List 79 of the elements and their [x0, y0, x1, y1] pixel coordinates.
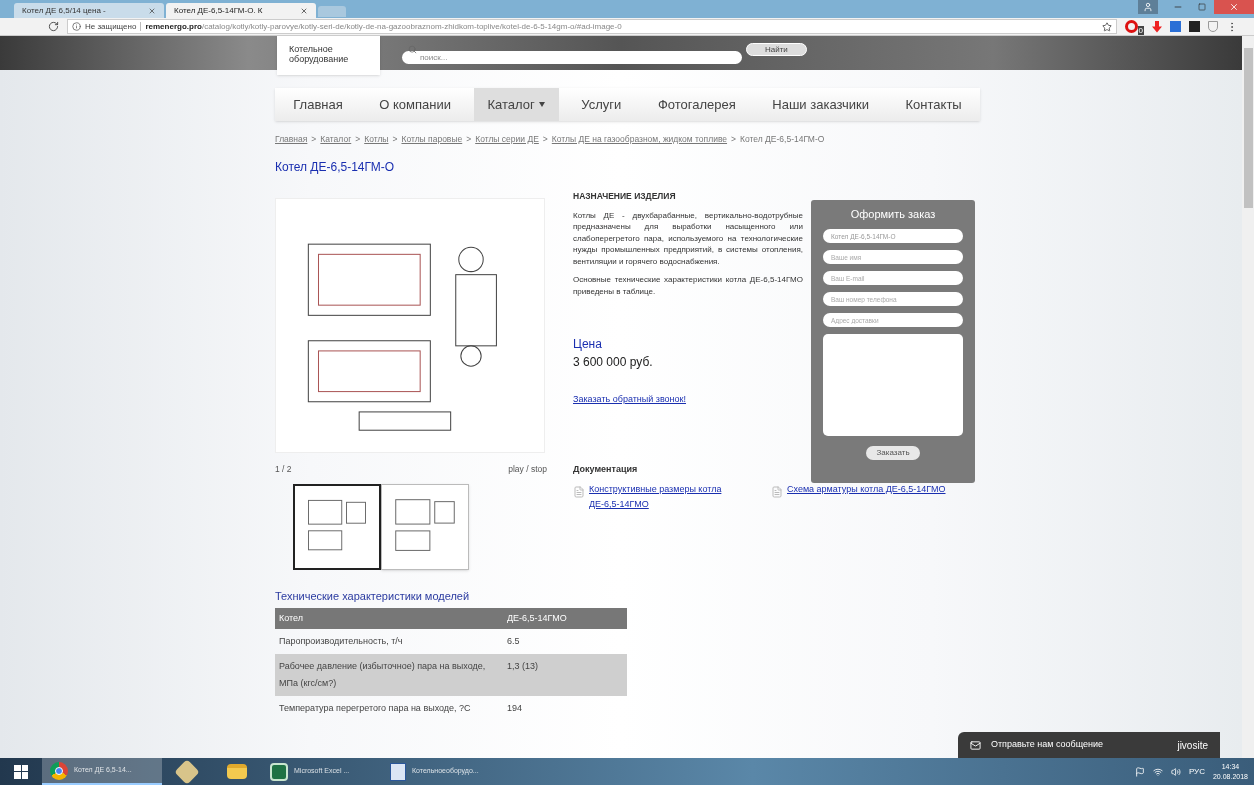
nav-link[interactable]: Контакты	[891, 88, 976, 121]
security-label: Не защищено	[85, 20, 137, 33]
gallery-thumbnail[interactable]	[381, 483, 469, 570]
breadcrumb-separator: >	[392, 133, 398, 146]
breadcrumb-separator: >	[355, 133, 361, 146]
gallery-counter: 1 / 2	[275, 462, 292, 476]
breadcrumb-separator: >	[731, 133, 736, 146]
document-icon	[771, 486, 783, 498]
browser-tab[interactable]: Котел ДЕ-6,5-14ГМ-О. К	[166, 3, 316, 18]
flag-icon[interactable]	[1134, 766, 1145, 777]
browser-icon	[50, 761, 68, 780]
language-indicator[interactable]: РУС	[1188, 765, 1205, 778]
windows-icon	[14, 764, 28, 779]
breadcrumb-link[interactable]: Главная	[275, 133, 308, 146]
section-heading: Технические характеристики моделей	[275, 588, 471, 604]
table-cell-text: Паропроизводительность, т/ч	[278, 635, 404, 648]
document-link[interactable]: Конструктивные размеры котла ДЕ-6,5-14ГМО	[589, 482, 751, 512]
nav-link[interactable]: Фотогалерея	[643, 88, 750, 121]
breadcrumb-link[interactable]: Котлы паровые	[401, 133, 463, 146]
nav-link[interactable]: Главная	[279, 88, 357, 121]
section-heading: Документация	[573, 462, 639, 476]
nav-link[interactable]: Наши заказчики	[758, 88, 883, 121]
scrollbar-thumb[interactable]	[1243, 48, 1253, 208]
scrollbar[interactable]	[1242, 36, 1254, 758]
breadcrumb-link[interactable]: Котлы	[364, 133, 389, 146]
address-field[interactable]: Не защищено remenergo.pro/catalog/kotly/kotly-parovye/kotly-seri-de/kotly-de-na-gazoobraznom-zhidkom-toplive/kotel-de-6-5-14gm-o/#ad-image-0	[67, 19, 1117, 34]
close-icon[interactable]	[148, 6, 156, 15]
callback-link[interactable]: Заказать обратный звонок!	[573, 393, 803, 407]
section-heading: НАЗНАЧЕНИЕ ИЗДЕЛИЯ	[573, 189, 677, 203]
document-icon	[573, 486, 585, 498]
network-icon[interactable]	[1152, 766, 1163, 777]
breadcrumb-link[interactable]: Котлы серии ДЕ	[475, 133, 539, 146]
nav-link[interactable]: Каталог	[473, 88, 559, 121]
document-link[interactable]: Схема арматуры котла ДЕ-6,5-14ГМО	[787, 482, 946, 512]
folder-icon	[227, 764, 247, 779]
table-cell-text: Температура перегретого пара на выходе, ?С	[278, 702, 472, 715]
message-field[interactable]	[823, 334, 963, 437]
table-cell-text: Рабочее давление (избыточное) пара на выходе, МПа (кгс/см?)	[278, 660, 487, 690]
breadcrumb-link[interactable]: Котлы ДЕ на газообразном, жидком топливе	[551, 133, 728, 146]
mail-icon	[970, 739, 981, 751]
breadcrumb-link[interactable]: Каталог	[320, 133, 352, 146]
nav-link[interactable]: Услуги	[567, 88, 636, 121]
breadcrumb-separator: >	[466, 133, 472, 146]
volume-icon[interactable]	[1170, 766, 1181, 777]
table-header-cell-text: Котел	[278, 611, 305, 625]
close-icon[interactable]	[1214, 0, 1254, 14]
chat-label: Отправьте нам сообщение	[991, 738, 1104, 752]
search-field[interactable]: поиск...	[402, 51, 742, 64]
play-stop-link[interactable]: play / stop	[508, 462, 547, 476]
table-cell-text: 6.5	[506, 635, 521, 648]
order-button[interactable]: Заказать	[866, 446, 920, 461]
form-title: Оформить заказ	[850, 206, 936, 222]
info-icon	[72, 22, 81, 31]
page-title: Котел ДЕ-6,5-14ГМ-О	[275, 158, 396, 176]
breadcrumb-current: Котел ДЕ-6,5-14ГМ-О	[740, 133, 825, 146]
table-cell-text: 1,3 (13)	[506, 660, 540, 673]
table-header-cell-text: ДЕ-6,5-14ГМО	[506, 611, 568, 625]
table-cell-text: 194	[506, 702, 524, 715]
reload-icon[interactable]	[48, 21, 59, 32]
price-value: 3 600 000 руб.	[573, 354, 654, 371]
chat-brand: jivosite	[1177, 738, 1208, 753]
description-paragraph: Котлы ДЕ - двухбарабанные, вертикально-водотрубные предназначены для выработки насыщенного или слабоперегретого пара, используемого на технологические нужды промышленных предприятий, в системы отопления, вентиляции и горячего водоснабжения.	[573, 209, 803, 267]
search-button[interactable]: Найти	[746, 43, 807, 56]
price-label: Цена	[573, 336, 603, 353]
chat-widget[interactable]: Отправьте нам сообщение jivosite	[958, 732, 1220, 758]
bookmark-star-icon[interactable]	[1101, 21, 1112, 32]
spreadsheet-icon	[270, 762, 288, 781]
breadcrumb-separator: >	[542, 133, 548, 146]
site-logo[interactable]: Котельное оборудование	[277, 36, 380, 75]
browser-tab[interactable]: Котел ДЕ 6,5/14 цена -	[14, 3, 164, 18]
gallery-thumbnail[interactable]	[293, 483, 381, 570]
description-paragraph: Основные технические характеристики котла ДЕ-6,5-14ГМО приведены в таблице.	[573, 274, 803, 297]
url-text: remenergo.pro/catalog/kotly/kotly-parovye/kotly-seri-de/kotly-de-na-gazoobraznom-zhidkom-toplive/kotel-de-6-5-14gm-o/#ad-image-0	[145, 20, 622, 33]
nav-link[interactable]: О компании	[365, 88, 465, 121]
breadcrumb-separator: >	[311, 133, 317, 146]
close-icon[interactable]	[300, 6, 308, 15]
profile-icon[interactable]	[1138, 0, 1158, 14]
extension-badge: 0	[1137, 26, 1144, 35]
document-icon	[390, 762, 406, 781]
